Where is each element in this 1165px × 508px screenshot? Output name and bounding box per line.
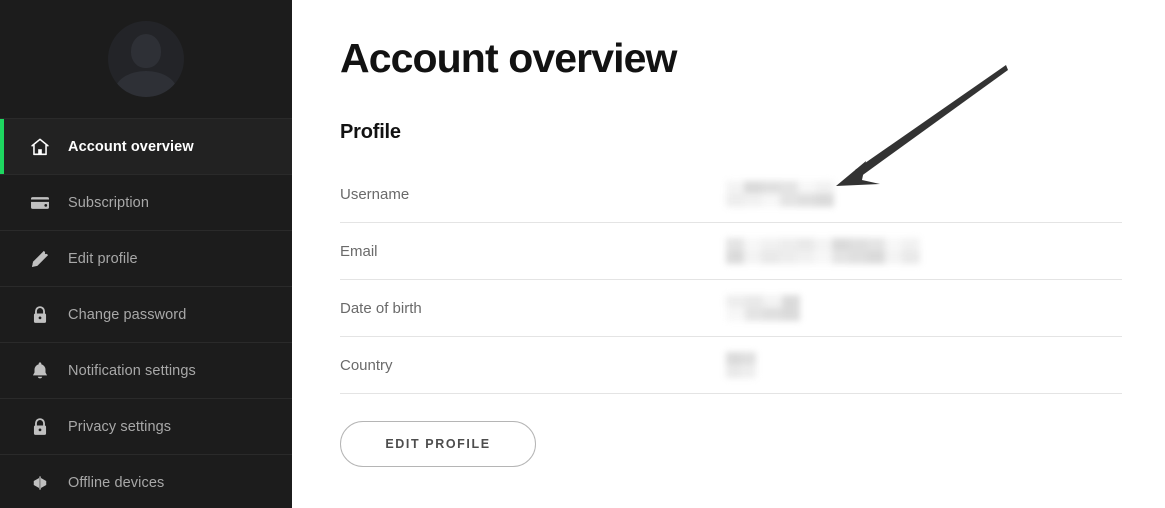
active-accent-bar	[0, 399, 4, 454]
lock-icon	[12, 416, 68, 438]
sidebar-item-privacy-settings[interactable]: Privacy settings	[0, 398, 292, 454]
sidebar-item-account-overview[interactable]: Account overview	[0, 118, 292, 174]
sidebar-item-label: Edit profile	[68, 250, 138, 267]
credit-card-icon	[12, 192, 68, 214]
profile-table: Username Email Date of birth Country	[340, 166, 1122, 394]
avatar-head-shape	[131, 34, 161, 68]
active-accent-bar	[0, 455, 4, 508]
profile-row: Email	[340, 223, 1122, 280]
lock-icon	[12, 304, 68, 326]
sidebar-item-subscription[interactable]: Subscription	[0, 174, 292, 230]
offline-devices-icon	[12, 472, 68, 494]
sidebar-item-notification-settings[interactable]: Notification settings	[0, 342, 292, 398]
avatar-body-shape	[115, 71, 177, 97]
avatar-container	[0, 0, 292, 118]
row-label: Date of birth	[340, 299, 422, 317]
active-accent-bar	[0, 175, 4, 230]
sidebar-item-label: Change password	[68, 306, 187, 323]
main-content: Account overview Profile Username Email …	[292, 0, 1165, 508]
sidebar-item-change-password[interactable]: Change password	[0, 286, 292, 342]
sidebar-item-label: Notification settings	[68, 362, 196, 379]
row-label: Username	[340, 185, 410, 203]
pencil-icon	[12, 248, 68, 270]
redacted-value	[726, 352, 756, 378]
redacted-value	[726, 295, 800, 321]
redacted-value	[726, 181, 834, 207]
row-value-container	[726, 350, 756, 380]
active-accent-bar	[0, 119, 4, 174]
section-title-profile: Profile	[340, 121, 401, 143]
sidebar-item-label: Offline devices	[68, 474, 165, 491]
account-settings-page: Account overview Subscription Edit profi…	[0, 0, 1165, 508]
page-title: Account overview	[340, 35, 677, 81]
sidebar-item-label: Subscription	[68, 194, 149, 211]
active-accent-bar	[0, 343, 4, 398]
avatar[interactable]	[108, 21, 184, 97]
bell-icon	[12, 360, 68, 382]
row-label: Country	[340, 356, 393, 374]
row-value-container	[726, 293, 800, 323]
row-label: Email	[340, 242, 378, 260]
profile-row: Country	[340, 337, 1122, 394]
sidebar-item-label: Account overview	[68, 138, 194, 155]
redacted-value	[726, 238, 920, 264]
sidebar-item-list: Account overview Subscription Edit profi…	[0, 118, 292, 508]
sidebar-item-offline-devices[interactable]: Offline devices	[0, 454, 292, 508]
active-accent-bar	[0, 287, 4, 342]
home-icon	[12, 136, 68, 158]
profile-row: Username	[340, 166, 1122, 223]
row-value-container	[726, 179, 834, 209]
profile-row: Date of birth	[340, 280, 1122, 337]
edit-profile-button[interactable]: EDIT PROFILE	[340, 421, 536, 467]
row-value-container	[726, 236, 920, 266]
sidebar-item-label: Privacy settings	[68, 418, 172, 435]
active-accent-bar	[0, 231, 4, 286]
sidebar-item-edit-profile[interactable]: Edit profile	[0, 230, 292, 286]
sidebar-navigation: Account overview Subscription Edit profi…	[0, 0, 292, 508]
